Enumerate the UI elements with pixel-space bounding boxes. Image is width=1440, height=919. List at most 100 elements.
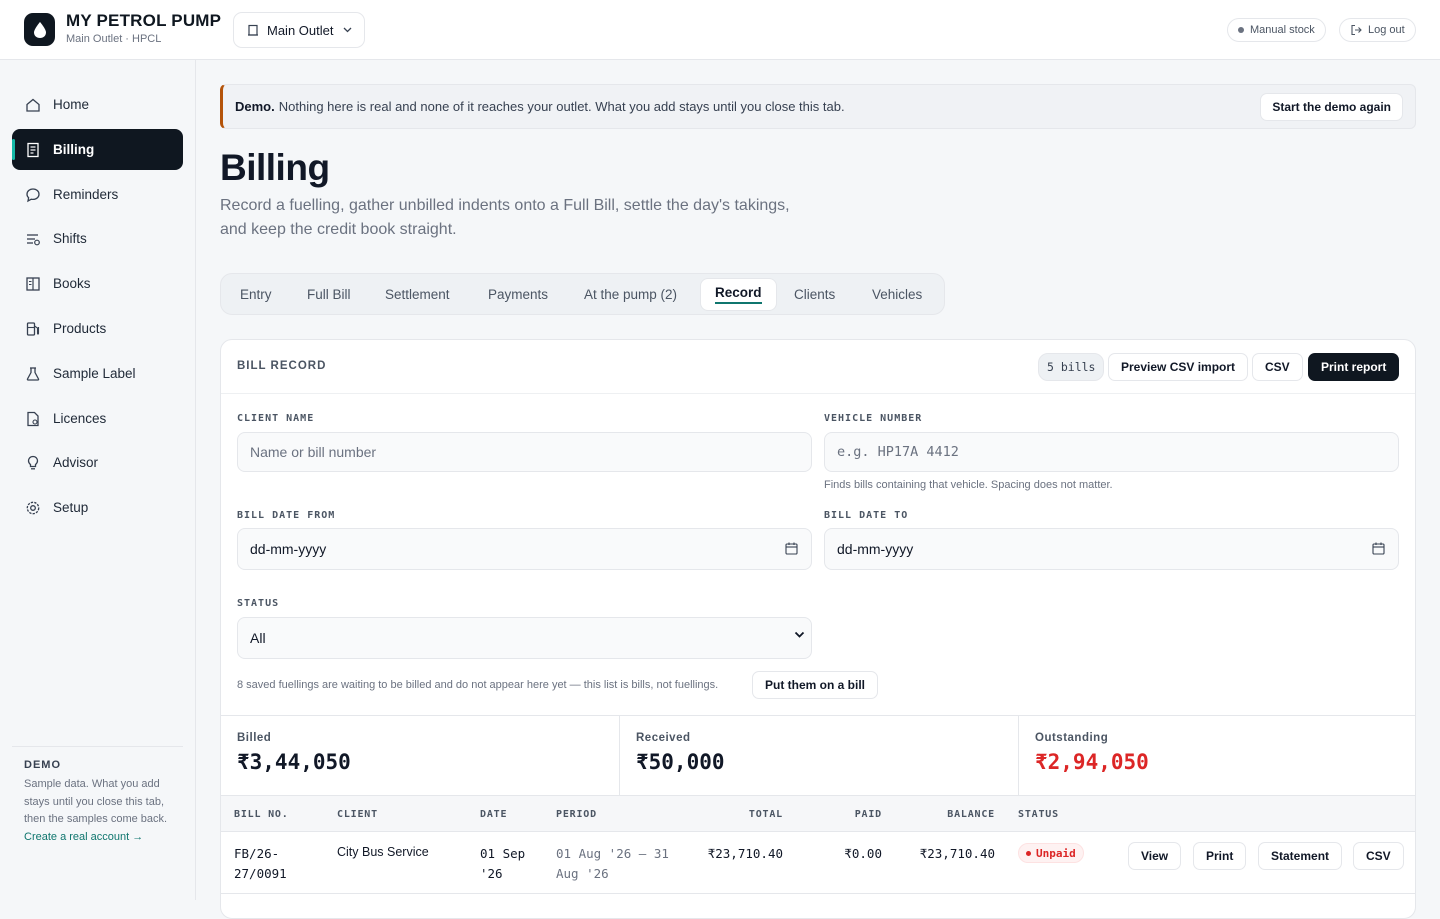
calendar-icon[interactable] — [1372, 542, 1385, 555]
create-account-link[interactable]: Create a real account → — [24, 831, 171, 843]
app-title: MY PETROL PUMP — [66, 11, 222, 30]
sidebar-item-billing[interactable]: Billing — [12, 129, 183, 170]
put-on-bill-button[interactable]: Put them on a bill — [752, 671, 879, 699]
calendar-icon[interactable] — [785, 542, 798, 555]
column-header: BALANCE — [947, 809, 995, 820]
bill-date-to-label: BILL DATE TO — [824, 510, 909, 521]
tab-vehicles[interactable]: Vehicles — [858, 278, 936, 311]
sidebar-item-label: Books — [53, 276, 91, 291]
tab-label: Record — [715, 285, 762, 304]
date-value: dd-mm-yyyy — [837, 541, 914, 557]
licence-icon — [25, 411, 41, 427]
client-name: City Bus Service — [337, 845, 429, 859]
statement-button[interactable]: Statement — [1258, 842, 1343, 870]
row-csv-button[interactable]: CSV — [1353, 842, 1404, 870]
print-bill-button[interactable]: Print — [1193, 842, 1247, 870]
sidebar-item-reminders[interactable]: Reminders — [12, 174, 183, 215]
bill-period-line: Aug '26 — [556, 866, 609, 881]
tab-label: Clients — [794, 287, 836, 302]
logout-label: Log out — [1368, 24, 1405, 36]
sidebar-item-home[interactable]: Home — [12, 84, 183, 125]
column-header: PERIOD — [556, 809, 597, 820]
status-dot-icon — [1238, 27, 1244, 33]
sidebar-item-setup[interactable]: Setup — [12, 487, 183, 528]
sidebar-item-sample-label[interactable]: Sample Label — [12, 353, 183, 394]
logout-button[interactable]: Log out — [1339, 18, 1416, 42]
brand: MY PETROL PUMP Main Outlet · HPCL — [66, 11, 221, 45]
bill-paid: ₹0.00 — [844, 846, 882, 861]
tab-label: Entry — [240, 287, 272, 302]
bill-period-line: 01 Aug '26 – 31 — [556, 846, 669, 861]
status-select[interactable]: All — [237, 617, 812, 659]
shifts-icon — [25, 231, 41, 247]
tab-full-bill[interactable]: Full Bill — [293, 278, 365, 311]
client-name-label: CLIENT NAME — [237, 413, 315, 424]
card-title: BILL RECORD — [237, 360, 327, 372]
column-header: TOTAL — [748, 809, 783, 820]
tab-settlement[interactable]: Settlement — [371, 278, 464, 311]
sidebar-item-label: Shifts — [53, 231, 87, 246]
pending-fuellings-note: 8 saved fuellings are waiting to be bill… — [237, 679, 719, 691]
bill-number: FB/26- 27/0091 — [234, 844, 287, 884]
billing-tabs: Entry Full Bill Settlement Payments At t… — [220, 273, 945, 315]
sidebar: Home Billing Reminders Shifts Books Prod… — [0, 60, 196, 900]
bill-date-line: '26 — [480, 866, 503, 881]
gear-icon — [25, 500, 41, 516]
bill-date-line: 01 Sep — [480, 846, 526, 861]
sidebar-item-books[interactable]: Books — [12, 263, 183, 304]
chevron-down-icon — [343, 27, 352, 33]
billed-stat: Billed ₹3,44,050 — [221, 716, 619, 797]
status-text: Unpaid — [1036, 846, 1076, 860]
sidebar-item-advisor[interactable]: Advisor — [12, 442, 183, 483]
bill-number-line: 27/0091 — [234, 866, 287, 881]
client-name-input[interactable]: Name or bill number — [237, 432, 812, 472]
outlet-select[interactable]: Main Outlet — [233, 12, 365, 48]
bill-number-line: FB/26- — [234, 846, 280, 861]
bill-date-from-label: BILL DATE FROM — [237, 510, 336, 521]
bill-total: ₹23,710.40 — [707, 846, 783, 861]
table-row: FB/26- 27/0091 City Bus Service 01 Sep '… — [221, 832, 1415, 894]
sidebar-item-label: Advisor — [53, 455, 99, 470]
received-label: Received — [636, 732, 691, 744]
billed-label: Billed — [237, 732, 272, 744]
received-value: ₹50,000 — [636, 750, 725, 774]
restart-demo-button[interactable]: Start the demo again — [1260, 93, 1403, 121]
view-bill-button[interactable]: View — [1128, 842, 1182, 870]
tab-record[interactable]: Record — [700, 278, 777, 311]
csv-export-button[interactable]: CSV — [1252, 353, 1303, 381]
column-header: STATUS — [1018, 809, 1059, 820]
sidebar-item-label: Products — [53, 321, 107, 336]
preview-csv-import-button[interactable]: Preview CSV import — [1108, 353, 1249, 381]
tab-at-the-pump[interactable]: At the pump (2) — [570, 278, 691, 311]
page-description: Record a fuelling, gather unbilled inden… — [220, 197, 790, 238]
status-label: STATUS — [237, 598, 280, 609]
chevron-down-icon — [794, 631, 805, 639]
bill-record-card: BILL RECORD 5 bills Preview CSV import C… — [220, 339, 1416, 919]
bills-table-header: BILL NO. CLIENT DATE PERIOD TOTAL PAID B… — [221, 796, 1415, 832]
received-stat: Received ₹50,000 — [619, 716, 1018, 797]
sidebar-item-label: Reminders — [53, 187, 119, 202]
demo-heading: DEMO — [24, 759, 61, 771]
sidebar-item-products[interactable]: Products — [12, 308, 183, 349]
sidebar-item-licences[interactable]: Licences — [12, 398, 183, 439]
sidebar-item-label: Home — [53, 97, 90, 112]
banner-text: Nothing here is real and none of it reac… — [278, 99, 845, 114]
bill-date-from-input[interactable]: dd-mm-yyyy — [237, 528, 812, 570]
building-icon — [247, 24, 259, 36]
tab-clients[interactable]: Clients — [780, 278, 849, 311]
top-bar: MY PETROL PUMP Main Outlet · HPCL Main O… — [0, 0, 1440, 60]
outstanding-stat: Outstanding ₹2,94,050 — [1018, 716, 1415, 797]
outlet-select-label: Main Outlet — [267, 22, 334, 38]
bill-date-to-input[interactable]: dd-mm-yyyy — [824, 528, 1399, 570]
column-header: DATE — [480, 809, 508, 820]
vehicle-number-input[interactable]: e.g. HP17A 4412 — [824, 432, 1399, 472]
banner-strong: Demo. — [235, 99, 275, 114]
tab-payments[interactable]: Payments — [474, 278, 562, 311]
tab-entry[interactable]: Entry — [226, 278, 286, 311]
outstanding-label: Outstanding — [1035, 732, 1109, 744]
print-report-button[interactable]: Print report — [1308, 353, 1400, 381]
stock-mode-toggle[interactable]: Manual stock — [1227, 18, 1326, 42]
sidebar-item-shifts[interactable]: Shifts — [12, 218, 183, 259]
bill-count-badge: 5 bills — [1038, 353, 1105, 381]
column-header: CLIENT — [337, 809, 378, 820]
